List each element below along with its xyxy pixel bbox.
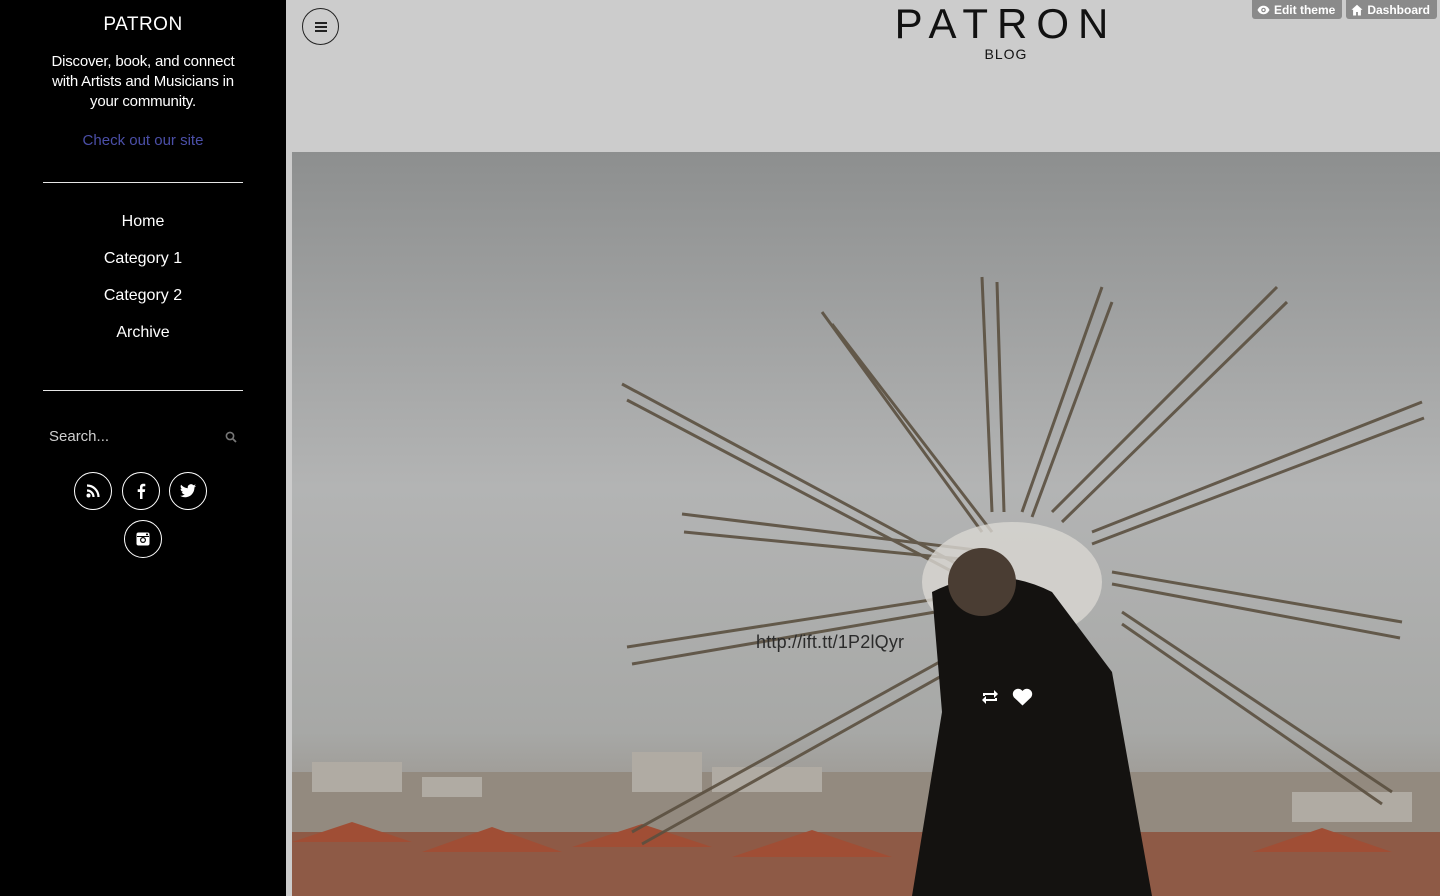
- divider: [43, 182, 243, 183]
- edit-theme-label: Edit theme: [1273, 2, 1336, 17]
- post-photo[interactable]: [292, 152, 1440, 896]
- dashboard-button[interactable]: Dashboard: [1346, 0, 1437, 19]
- site-name: PATRON: [103, 14, 183, 35]
- dashboard-label: Dashboard: [1367, 2, 1430, 17]
- home-icon: [1351, 4, 1363, 15]
- post-link[interactable]: http://ift.tt/1P2lQyr: [756, 632, 904, 653]
- search-icon[interactable]: [224, 430, 238, 444]
- logo-title: PATRON: [894, 0, 1118, 47]
- menu-icon: [314, 21, 327, 32]
- search-input[interactable]: [49, 424, 229, 448]
- divider: [43, 390, 243, 391]
- rss-icon[interactable]: [74, 472, 112, 510]
- site-tagline: Discover, book, and connect with Artists…: [51, 53, 235, 110]
- reblog-icon[interactable]: [980, 688, 1000, 711]
- logo-subtitle: BLOG: [984, 46, 1028, 62]
- eye-icon: [1257, 5, 1270, 14]
- nav-item-archive[interactable]: Archive: [0, 321, 286, 358]
- instagram-icon[interactable]: [124, 520, 162, 558]
- nav-item-category-1[interactable]: Category 1: [0, 247, 286, 284]
- tumblr-controls: Edit theme Dashboard: [1251, 0, 1437, 19]
- sidebar: PATRON Discover, book, and connect with …: [0, 0, 286, 896]
- edit-theme-button[interactable]: Edit theme: [1251, 0, 1343, 19]
- twitter-icon[interactable]: [169, 472, 207, 510]
- nav-item-home[interactable]: Home: [0, 210, 286, 247]
- heart-icon[interactable]: [1012, 688, 1033, 711]
- post-actions: [980, 688, 1033, 711]
- sidebar-nav: Home Category 1 Category 2 Archive: [0, 210, 286, 358]
- search-form: [30, 424, 248, 450]
- photo-illustration: [292, 152, 1440, 896]
- facebook-icon[interactable]: [122, 472, 160, 510]
- check-out-site-link[interactable]: Check out our site: [0, 132, 286, 149]
- nav-item-category-2[interactable]: Category 2: [0, 284, 286, 321]
- menu-toggle-button[interactable]: [302, 8, 339, 45]
- blog-logo[interactable]: PATRON BLOG: [842, 0, 1170, 63]
